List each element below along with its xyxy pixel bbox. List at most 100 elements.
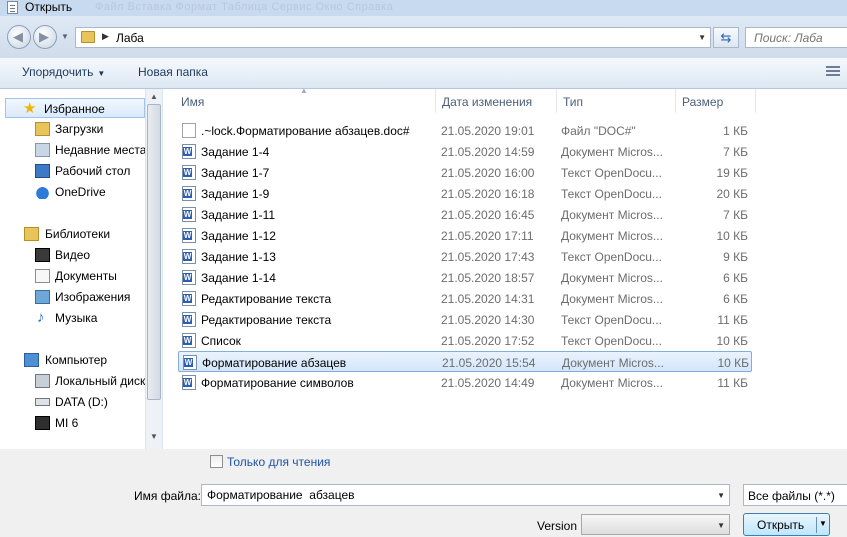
back-button[interactable]: ◀ [7,25,31,49]
file-row[interactable]: Задание 1-11 21.05.2020 16:45 Документ Mic… [178,204,752,225]
organize-button[interactable]: Упорядочить ▼ [22,65,105,79]
nav-libraries[interactable]: Библиотеки [0,224,145,244]
file-size-cell: 9 КБ [723,250,748,264]
address-history-dropdown[interactable]: ▼ [698,33,706,42]
nav-label: Рабочий стол [55,164,131,178]
search-box[interactable] [745,27,847,48]
column-header-size[interactable]: Размер [676,89,756,113]
open-button[interactable]: Открыть ▼ [743,513,830,536]
organize-label: Упорядочить [22,65,94,79]
scroll-up-icon[interactable]: ▲ [150,92,158,101]
open-options-dropdown-icon[interactable]: ▼ [819,519,827,528]
file-date-cell: 21.05.2020 16:18 [441,187,535,201]
nav-label: Загрузки [55,122,104,136]
chevron-down-icon[interactable]: ▼ [717,521,725,530]
column-header-name[interactable]: ▲ Имя [163,86,436,113]
nav-mi6[interactable]: MI 6 [0,413,145,433]
computer-icon [24,353,39,367]
nav-onedrive[interactable]: OneDrive [0,182,145,202]
file-date-cell: 21.05.2020 17:43 [441,250,535,264]
address-bar[interactable]: ▶ Лаба ▼ [75,27,711,48]
file-row[interactable]: Задание 1-14 21.05.2020 18:57 Документ Mic… [178,267,752,288]
file-date-cell: 21.05.2020 14:49 [441,376,535,390]
column-header-type[interactable]: Тип [557,89,676,113]
scroll-down-icon[interactable]: ▼ [150,432,158,441]
read-only-label[interactable]: Только для чтения [227,455,330,469]
split-divider [816,517,817,533]
file-list: ▲ Имя Дата изменения Тип Размер .~lock.Ф… [163,86,847,449]
nav-label: Компьютер [45,353,108,367]
file-size-cell: 20 КБ [716,187,748,201]
refresh-button[interactable]: ⇆ [713,27,739,48]
file-row[interactable]: Задание 1-7 21.05.2020 16:00 Текст OpenDoc… [178,162,752,183]
file-name-cell: Задание 1-13 [201,250,276,264]
chevron-down-icon[interactable]: ▼ [717,491,725,500]
file-size-cell: 7 КБ [723,208,748,222]
file-size-cell: 10 КБ [716,229,748,243]
nav-documents[interactable]: Документы [0,266,145,286]
file-date-cell: 21.05.2020 14:59 [441,145,535,159]
file-row[interactable]: Редактирование текста 21.05.2020 14:31 Док… [178,288,752,309]
file-name-cell: Задание 1-7 [201,166,270,180]
word-doc-icon [182,270,196,285]
file-type-cell: Текст OpenDocu... [561,334,662,348]
file-type-cell: Документ Micros... [561,145,663,159]
version-select[interactable]: ▼ [581,514,730,535]
word-doc-icon [182,312,196,327]
file-name-combobox[interactable]: ▼ [201,484,730,506]
nav-label: Изображения [55,290,131,304]
nav-music[interactable]: ♪ Музыка [0,308,145,328]
file-row[interactable]: Список 21.05.2020 17:52 Текст OpenDocu... 1… [178,330,752,351]
scrollbar-thumb[interactable] [147,104,161,400]
nav-computer[interactable]: Компьютер [0,350,145,370]
word-doc-icon [183,355,197,370]
breadcrumb-chevron-icon[interactable]: ▶ [102,31,109,42]
file-row[interactable]: Редактирование текста 21.05.2020 14:30 Тек… [178,309,752,330]
view-options-icon[interactable] [826,66,840,78]
file-type-cell: Документ Micros... [561,376,663,390]
file-date-cell: 21.05.2020 19:01 [441,124,535,138]
file-row[interactable]: Задание 1-9 21.05.2020 16:18 Текст OpenDoc… [178,183,752,204]
pictures-icon [35,290,50,304]
file-type-filter[interactable]: Все файлы (*.*) [743,484,847,506]
nav-downloads[interactable]: Загрузки [0,119,145,139]
file-type-cell: Текст OpenDocu... [561,250,662,264]
file-row[interactable]: Задание 1-4 21.05.2020 14:59 Документ Micr… [178,141,752,162]
recent-locations-dropdown[interactable]: ▼ [61,32,69,41]
file-size-cell: 11 КБ [717,313,748,327]
nav-data-drive[interactable]: DATA (D:) [0,392,145,412]
nav-scrollbar[interactable]: ▲ ▼ [145,89,162,449]
file-type-cell: Документ Micros... [561,208,663,222]
file-size-cell: 19 КБ [716,166,748,180]
new-folder-button[interactable]: Новая папка [138,65,208,79]
file-type-cell: Текст OpenDocu... [561,313,662,327]
forward-button[interactable]: ▶ [33,25,57,49]
file-name-cell: Форматирование символов [201,376,354,390]
arrow-right-icon: ▶ [39,29,49,44]
file-row[interactable]: Форматирование абзацев 21.05.2020 15:54 До… [178,351,752,372]
file-row[interactable]: Задание 1-12 21.05.2020 17:11 Документ Mic… [178,225,752,246]
breadcrumb-current[interactable]: Лаба [116,31,144,45]
nav-recent-places[interactable]: Недавние места [0,140,145,160]
nav-video[interactable]: Видео [0,245,145,265]
nav-desktop[interactable]: Рабочий стол [0,161,145,181]
file-name-cell: Редактирование текста [201,313,332,327]
nav-label: Музыка [55,311,98,325]
column-header-date[interactable]: Дата изменения [436,89,557,113]
checkbox-icon[interactable] [210,455,223,468]
word-doc-icon [182,186,196,201]
title-bar: Открыть Файл Вставка Формат Таблица Серв… [0,0,847,16]
file-row[interactable]: Задание 1-13 21.05.2020 17:43 Текст OpenDo… [178,246,752,267]
nav-label: OneDrive [55,185,106,199]
cloud-icon [35,185,50,199]
file-name-cell: Задание 1-11 [201,208,276,222]
nav-local-disk[interactable]: Локальный диск [0,371,145,391]
nav-favorites[interactable]: ★ Избранное [5,98,145,118]
file-row[interactable]: Форматирование символов 21.05.2020 14:49 Д… [178,372,752,393]
file-size-cell: 6 КБ [723,292,748,306]
search-input[interactable] [746,28,847,47]
file-name-input[interactable] [202,485,702,505]
nav-pictures[interactable]: Изображения [0,287,145,307]
file-date-cell: 21.05.2020 16:45 [441,208,535,222]
file-row[interactable]: .~lock.Форматирование абзацев.doc# 21.05.… [178,120,752,141]
